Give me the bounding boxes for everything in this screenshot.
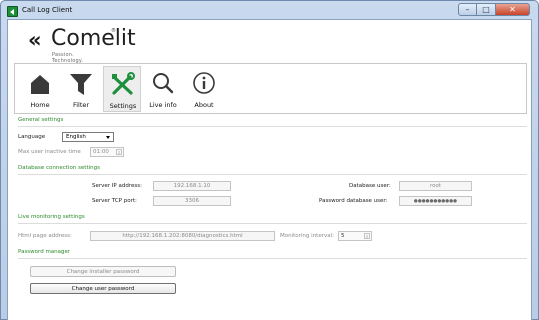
interval-spinner[interactable]: 5 ⇕ (338, 231, 372, 241)
filter-icon (70, 74, 92, 95)
interval-value: 5 (341, 233, 345, 239)
magnifier-icon (153, 73, 174, 94)
html-page-field[interactable]: http://192.168.1.202:8080/diagnostics.ht… (90, 231, 275, 241)
maximize-button[interactable]: □ (477, 3, 496, 16)
chevron-down-icon (106, 136, 110, 139)
divider (18, 126, 527, 127)
html-page-label: Html page address: (18, 233, 72, 239)
info-icon (193, 72, 215, 94)
spinner-arrows-icon[interactable]: ⇕ (364, 233, 370, 239)
minimize-icon: – (465, 5, 470, 14)
settings-tools-icon (112, 72, 135, 95)
toolbar-settings-label: Settings (109, 102, 137, 110)
change-user-password-button[interactable]: Change user password (30, 283, 176, 294)
language-select-value: English (66, 134, 86, 140)
divider (18, 174, 527, 175)
toolbar-about-button[interactable]: About (185, 66, 223, 112)
app-window: Call Log Client – □ ✕ « Comelit ® Passio… (0, 0, 539, 320)
toolbar-liveinfo-label: Live info (149, 101, 177, 109)
change-installer-password-button[interactable]: Change installer password (30, 266, 176, 277)
logo-mark: « (28, 28, 41, 52)
db-user-label: Database user: (349, 183, 391, 189)
logo-word: Comelit (51, 26, 136, 51)
server-port-field[interactable]: 3306 (153, 196, 231, 206)
language-select[interactable]: English (62, 132, 114, 142)
max-inactive-label: Max user inactive time (18, 149, 81, 155)
divider (18, 258, 527, 259)
server-ip-field[interactable]: 192.168.1.10 (153, 181, 231, 191)
db-password-label: Password database user: (319, 198, 388, 204)
toolbar-home-label: Home (30, 101, 50, 109)
minimize-button[interactable]: – (458, 3, 477, 16)
toolbar-liveinfo-button[interactable]: Live info (144, 66, 182, 112)
toolbar-settings-button[interactable]: Settings (103, 66, 141, 112)
db-user-field[interactable]: root (399, 181, 472, 191)
home-icon (31, 75, 49, 94)
toolbar-home-button[interactable]: Home (21, 66, 59, 112)
spinner-arrows-icon[interactable]: ⇕ (116, 149, 122, 155)
maximize-icon: □ (482, 5, 490, 14)
main-toolbar: Home Filter Settings Live info About (14, 63, 527, 114)
language-label: Language (18, 134, 46, 140)
server-port-label: Server TCP port: (92, 198, 137, 204)
window-title: Call Log Client (22, 6, 73, 14)
window-controls: – □ ✕ (458, 3, 530, 17)
logo-registered: ® (111, 28, 116, 34)
toolbar-filter-label: Filter (72, 101, 90, 109)
interval-label: Monitoring interval: (280, 233, 334, 239)
server-ip-label: Server IP address: (92, 183, 142, 189)
toolbar-filter-button[interactable]: Filter (62, 66, 100, 112)
divider (18, 223, 527, 224)
toolbar-about-label: About (194, 101, 214, 109)
max-inactive-spinner[interactable]: 01:00 ⇕ (90, 147, 124, 157)
close-icon: ✕ (509, 5, 516, 14)
app-icon (7, 6, 18, 17)
max-inactive-value: 01:00 (93, 149, 109, 155)
close-button[interactable]: ✕ (496, 3, 530, 16)
client-area: « Comelit ® Passion. Technology. Design.… (7, 19, 532, 320)
db-password-field[interactable]: ●●●●●●●●●●● (399, 196, 472, 206)
